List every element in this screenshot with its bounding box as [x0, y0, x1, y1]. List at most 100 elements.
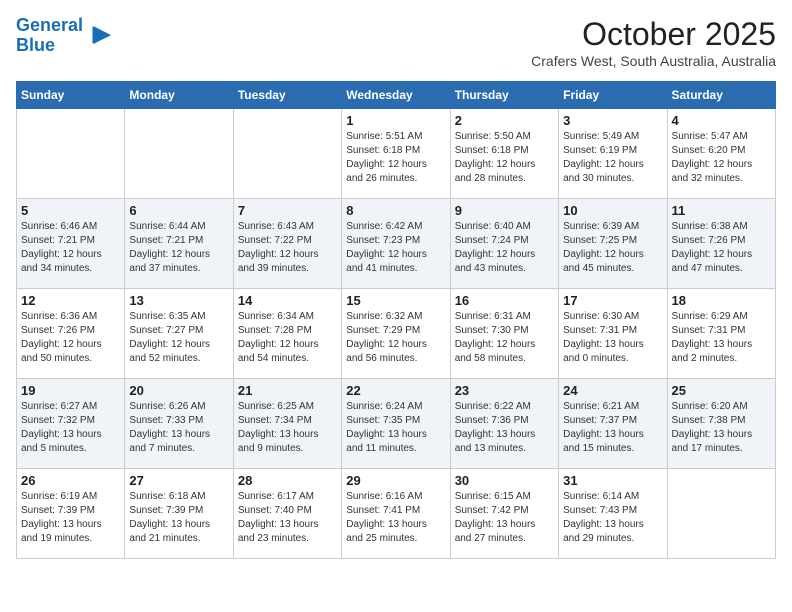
- calendar-cell: 30 Sunrise: 6:15 AM Sunset: 7:42 PM Dayli…: [450, 469, 558, 559]
- logo-general: General: [16, 15, 83, 35]
- logo-blue: Blue: [16, 35, 55, 55]
- calendar-cell: 8 Sunrise: 6:42 AM Sunset: 7:23 PM Daylig…: [342, 199, 450, 289]
- day-info: Sunrise: 6:22 AM Sunset: 7:36 PM Dayligh…: [455, 400, 554, 456]
- calendar-cell: 12 Sunrise: 6:36 AM Sunset: 7:26 PM Dayli…: [17, 289, 125, 379]
- calendar-cell: 27 Sunrise: 6:18 AM Sunset: 7:39 PM Dayli…: [125, 469, 233, 559]
- calendar-cell: 28 Sunrise: 6:17 AM Sunset: 7:40 PM Dayli…: [233, 469, 341, 559]
- day-number: 17: [563, 293, 662, 308]
- day-number: 29: [346, 473, 445, 488]
- day-number: 9: [455, 203, 554, 218]
- calendar-cell: 29 Sunrise: 6:16 AM Sunset: 7:41 PM Dayli…: [342, 469, 450, 559]
- logo-text: General Blue: [16, 16, 83, 56]
- calendar-cell: 7Sunrise: 6:43 AM Sunset: 7:22 PM Daylig…: [233, 199, 341, 289]
- day-number: 6: [129, 203, 228, 218]
- calendar-cell: 15 Sunrise: 6:32 AM Sunset: 7:29 PM Dayli…: [342, 289, 450, 379]
- day-number: 12: [21, 293, 120, 308]
- day-info: Sunrise: 6:30 AM Sunset: 7:31 PM Dayligh…: [563, 310, 662, 366]
- day-number: 4: [672, 113, 771, 128]
- calendar-cell: 9Sunrise: 6:40 AM Sunset: 7:24 PM Daylig…: [450, 199, 558, 289]
- day-info: Sunrise: 5:50 AM Sunset: 6:18 PM Dayligh…: [455, 130, 554, 186]
- calendar-cell: 6 Sunrise: 6:44 AM Sunset: 7:21 PM Daylig…: [125, 199, 233, 289]
- calendar-cell: 11 Sunrise: 6:38 AM Sunset: 7:26 PM Dayli…: [667, 199, 775, 289]
- day-number: 30: [455, 473, 554, 488]
- day-info: Sunrise: 6:32 AM Sunset: 7:29 PM Dayligh…: [346, 310, 445, 366]
- day-number: 28: [238, 473, 337, 488]
- calendar-week-4: 19Sunrise: 6:27 AM Sunset: 7:32 PM Dayli…: [17, 379, 776, 469]
- day-info: Sunrise: 6:46 AM Sunset: 7:21 PM Dayligh…: [21, 220, 120, 276]
- calendar-table: SundayMondayTuesdayWednesdayThursdayFrid…: [16, 81, 776, 559]
- weekday-saturday: Saturday: [667, 82, 775, 109]
- weekday-friday: Friday: [559, 82, 667, 109]
- day-number: 2: [455, 113, 554, 128]
- calendar-cell: [17, 109, 125, 199]
- day-number: 19: [21, 383, 120, 398]
- day-info: Sunrise: 6:24 AM Sunset: 7:35 PM Dayligh…: [346, 400, 445, 456]
- calendar-cell: 31 Sunrise: 6:14 AM Sunset: 7:43 PM Dayli…: [559, 469, 667, 559]
- calendar-cell: 1 Sunrise: 5:51 AM Sunset: 6:18 PM Daylig…: [342, 109, 450, 199]
- day-info: Sunrise: 5:51 AM Sunset: 6:18 PM Dayligh…: [346, 130, 445, 186]
- day-info: Sunrise: 6:44 AM Sunset: 7:21 PM Dayligh…: [129, 220, 228, 276]
- day-number: 3: [563, 113, 662, 128]
- day-number: 22: [346, 383, 445, 398]
- title-area: October 2025 Crafers West, South Austral…: [531, 16, 776, 69]
- weekday-wednesday: Wednesday: [342, 82, 450, 109]
- calendar-cell: [667, 469, 775, 559]
- day-number: 21: [238, 383, 337, 398]
- day-number: 14: [238, 293, 337, 308]
- calendar-cell: 24Sunrise: 6:21 AM Sunset: 7:37 PM Dayli…: [559, 379, 667, 469]
- day-info: Sunrise: 6:31 AM Sunset: 7:30 PM Dayligh…: [455, 310, 554, 366]
- calendar-cell: [233, 109, 341, 199]
- day-number: 8: [346, 203, 445, 218]
- day-info: Sunrise: 6:29 AM Sunset: 7:31 PM Dayligh…: [672, 310, 771, 366]
- day-info: Sunrise: 6:16 AM Sunset: 7:41 PM Dayligh…: [346, 490, 445, 546]
- day-number: 23: [455, 383, 554, 398]
- day-info: Sunrise: 5:47 AM Sunset: 6:20 PM Dayligh…: [672, 130, 771, 186]
- day-info: Sunrise: 6:34 AM Sunset: 7:28 PM Dayligh…: [238, 310, 337, 366]
- day-number: 13: [129, 293, 228, 308]
- day-info: Sunrise: 6:15 AM Sunset: 7:42 PM Dayligh…: [455, 490, 554, 546]
- day-number: 15: [346, 293, 445, 308]
- calendar-cell: 16Sunrise: 6:31 AM Sunset: 7:30 PM Dayli…: [450, 289, 558, 379]
- calendar-week-2: 5 Sunrise: 6:46 AM Sunset: 7:21 PM Daylig…: [17, 199, 776, 289]
- day-number: 5: [21, 203, 120, 218]
- day-info: Sunrise: 5:49 AM Sunset: 6:19 PM Dayligh…: [563, 130, 662, 186]
- weekday-sunday: Sunday: [17, 82, 125, 109]
- calendar-cell: 13 Sunrise: 6:35 AM Sunset: 7:27 PM Dayli…: [125, 289, 233, 379]
- calendar-cell: 19Sunrise: 6:27 AM Sunset: 7:32 PM Dayli…: [17, 379, 125, 469]
- calendar-cell: 5 Sunrise: 6:46 AM Sunset: 7:21 PM Daylig…: [17, 199, 125, 289]
- day-info: Sunrise: 6:42 AM Sunset: 7:23 PM Dayligh…: [346, 220, 445, 276]
- page-header: General Blue October 2025 Crafers West, …: [16, 16, 776, 69]
- day-info: Sunrise: 6:17 AM Sunset: 7:40 PM Dayligh…: [238, 490, 337, 546]
- calendar-cell: 10 Sunrise: 6:39 AM Sunset: 7:25 PM Dayli…: [559, 199, 667, 289]
- calendar-cell: 2 Sunrise: 5:50 AM Sunset: 6:18 PM Daylig…: [450, 109, 558, 199]
- day-number: 27: [129, 473, 228, 488]
- day-info: Sunrise: 6:14 AM Sunset: 7:43 PM Dayligh…: [563, 490, 662, 546]
- day-info: Sunrise: 6:21 AM Sunset: 7:37 PM Dayligh…: [563, 400, 662, 456]
- day-info: Sunrise: 6:38 AM Sunset: 7:26 PM Dayligh…: [672, 220, 771, 276]
- calendar-cell: 4 Sunrise: 5:47 AM Sunset: 6:20 PM Daylig…: [667, 109, 775, 199]
- day-number: 26: [21, 473, 120, 488]
- calendar-cell: [125, 109, 233, 199]
- day-info: Sunrise: 6:39 AM Sunset: 7:25 PM Dayligh…: [563, 220, 662, 276]
- day-info: Sunrise: 6:20 AM Sunset: 7:38 PM Dayligh…: [672, 400, 771, 456]
- day-number: 25: [672, 383, 771, 398]
- day-info: Sunrise: 6:43 AM Sunset: 7:22 PM Dayligh…: [238, 220, 337, 276]
- calendar-cell: 17 Sunrise: 6:30 AM Sunset: 7:31 PM Dayli…: [559, 289, 667, 379]
- day-number: 10: [563, 203, 662, 218]
- day-info: Sunrise: 6:35 AM Sunset: 7:27 PM Dayligh…: [129, 310, 228, 366]
- day-number: 18: [672, 293, 771, 308]
- calendar-cell: 20Sunrise: 6:26 AM Sunset: 7:33 PM Dayli…: [125, 379, 233, 469]
- weekday-thursday: Thursday: [450, 82, 558, 109]
- day-info: Sunrise: 6:18 AM Sunset: 7:39 PM Dayligh…: [129, 490, 228, 546]
- calendar-cell: 18 Sunrise: 6:29 AM Sunset: 7:31 PM Dayli…: [667, 289, 775, 379]
- calendar-body: 1 Sunrise: 5:51 AM Sunset: 6:18 PM Daylig…: [17, 109, 776, 559]
- day-info: Sunrise: 6:25 AM Sunset: 7:34 PM Dayligh…: [238, 400, 337, 456]
- location: Crafers West, South Australia, Australia: [531, 53, 776, 69]
- day-number: 11: [672, 203, 771, 218]
- day-number: 1: [346, 113, 445, 128]
- day-info: Sunrise: 6:36 AM Sunset: 7:26 PM Dayligh…: [21, 310, 120, 366]
- calendar-cell: 22 Sunrise: 6:24 AM Sunset: 7:35 PM Dayli…: [342, 379, 450, 469]
- calendar-week-5: 26Sunrise: 6:19 AM Sunset: 7:39 PM Dayli…: [17, 469, 776, 559]
- calendar-week-3: 12 Sunrise: 6:36 AM Sunset: 7:26 PM Dayli…: [17, 289, 776, 379]
- day-number: 31: [563, 473, 662, 488]
